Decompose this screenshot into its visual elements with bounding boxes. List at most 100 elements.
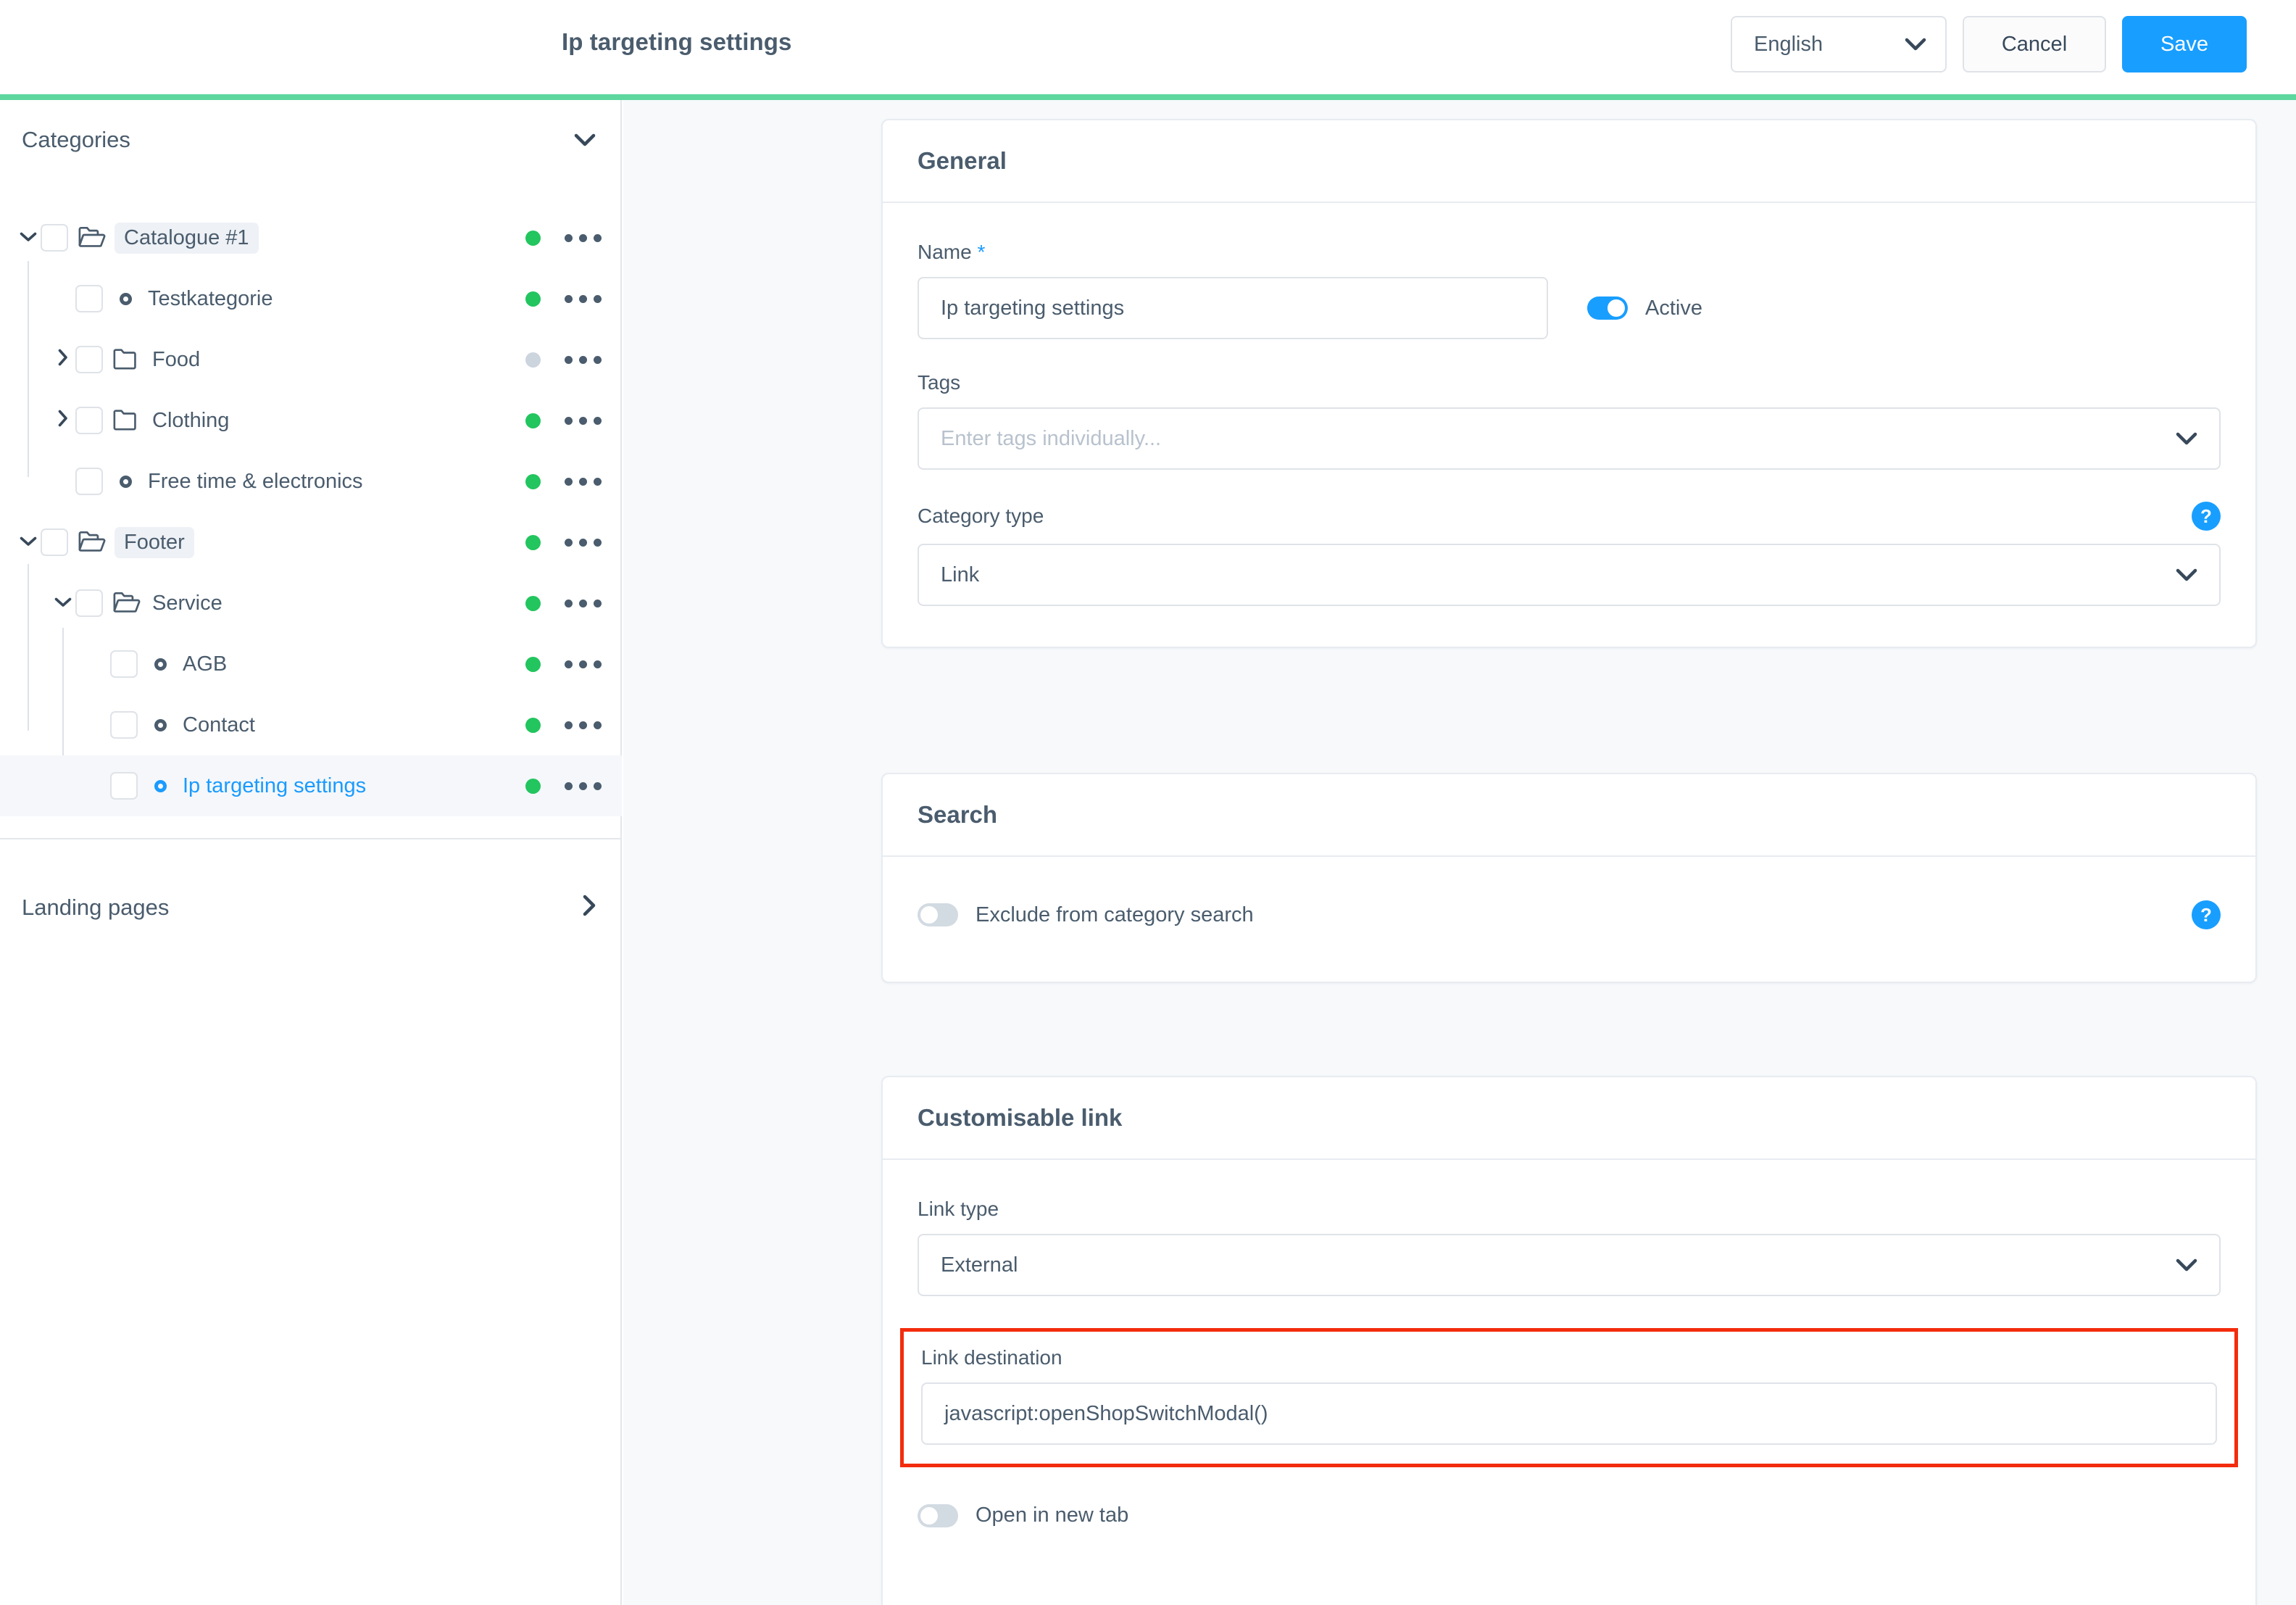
tree-item-label: Testkategorie xyxy=(148,286,273,310)
chevron-down-icon[interactable] xyxy=(51,593,75,613)
more-options-icon[interactable] xyxy=(565,599,602,607)
open-new-tab-row: Open in new tab xyxy=(918,1504,2221,1527)
name-field-group: Name * Ip targeting settings Active xyxy=(918,241,2221,339)
tree-item-actions xyxy=(525,512,602,573)
more-options-icon[interactable] xyxy=(565,416,602,425)
language-select-value: English xyxy=(1754,32,1823,56)
more-options-icon[interactable] xyxy=(565,477,602,486)
tree-item-actions xyxy=(525,634,602,694)
tree-item-agb[interactable]: AGB xyxy=(0,634,622,694)
tree-item-catalogue-1[interactable]: Catalogue #1 xyxy=(0,207,622,268)
status-dot xyxy=(525,230,541,246)
category-type-label: Category type xyxy=(918,505,1044,527)
app-header: Ip targeting settings English Cancel Sav… xyxy=(0,0,2296,94)
chevron-down-icon[interactable] xyxy=(2176,564,2197,586)
more-options-icon[interactable] xyxy=(565,660,602,668)
tree-item-label: Clothing xyxy=(152,408,230,432)
folder-open-icon xyxy=(78,530,106,555)
tree-item-checkbox[interactable] xyxy=(110,711,138,739)
tree-item-checkbox[interactable] xyxy=(75,346,103,373)
cancel-button[interactable]: Cancel xyxy=(1963,16,2106,72)
link-destination-highlight: Link destination javascript:openShopSwit… xyxy=(900,1328,2238,1467)
category-type-value: Link xyxy=(941,563,980,586)
tree-item-checkbox[interactable] xyxy=(75,589,103,617)
chevron-down-icon xyxy=(1905,34,1926,54)
link-type-select[interactable]: External xyxy=(918,1234,2221,1296)
chevron-down-icon[interactable] xyxy=(574,129,596,152)
folder-icon xyxy=(113,408,141,433)
header-actions: English Cancel Save xyxy=(1731,16,2247,72)
tree-item-food[interactable]: Food xyxy=(0,329,622,390)
tree-item-label: Food xyxy=(152,347,201,371)
link-destination-input[interactable]: javascript:openShopSwitchModal() xyxy=(921,1382,2217,1445)
tree-item-label: Footer xyxy=(115,526,194,558)
categories-label: Categories xyxy=(22,127,130,152)
link-type-label: Link type xyxy=(918,1198,999,1220)
chevron-down-icon[interactable] xyxy=(16,228,41,248)
exclude-from-search-toggle[interactable] xyxy=(918,903,958,926)
tree-item-checkbox[interactable] xyxy=(41,528,68,556)
chevron-down-icon[interactable] xyxy=(2176,428,2197,450)
tree-item-checkbox[interactable] xyxy=(75,468,103,495)
tree-item-checkbox[interactable] xyxy=(75,407,103,434)
search-section-title: Search xyxy=(918,801,998,828)
name-input[interactable]: Ip targeting settings xyxy=(918,277,1548,339)
status-dot xyxy=(525,412,541,428)
category-type-select[interactable]: Link xyxy=(918,544,2221,606)
category-tree: Catalogue #1 Testkategorie Food Clothing Fre… xyxy=(0,207,622,816)
tree-item-actions xyxy=(525,329,602,390)
tags-input[interactable]: Enter tags individually... xyxy=(918,407,2221,470)
language-select[interactable]: English xyxy=(1731,16,1947,72)
open-in-new-tab-toggle[interactable] xyxy=(918,1504,958,1527)
exclude-from-search-label: Exclude from category search xyxy=(976,903,1254,926)
general-card-body: Name * Ip targeting settings Active Tags… xyxy=(883,203,2255,647)
tree-item-actions xyxy=(525,390,602,451)
tree-item-free-time-electronics[interactable]: Free time & electronics xyxy=(0,451,622,512)
save-button[interactable]: Save xyxy=(2122,16,2247,72)
more-options-icon[interactable] xyxy=(565,781,602,790)
more-options-icon[interactable] xyxy=(565,538,602,547)
tree-item-label: Ip targeting settings xyxy=(183,774,367,797)
more-options-icon[interactable] xyxy=(565,294,602,303)
tree-item-checkbox[interactable] xyxy=(41,224,68,252)
tree-item-label: Service xyxy=(152,591,222,615)
chevron-right-icon[interactable] xyxy=(51,349,75,371)
categories-section-header[interactable]: Categories xyxy=(0,100,622,180)
more-options-icon[interactable] xyxy=(565,721,602,729)
tree-item-actions xyxy=(525,573,602,634)
sidebar: Categories Catalogue #1 Testkategorie Food… xyxy=(0,100,622,1605)
status-dot xyxy=(525,352,541,368)
tree-item-ip-targeting-settings[interactable]: Ip targeting settings xyxy=(0,755,622,816)
active-toggle[interactable] xyxy=(1587,296,1628,320)
tree-item-clothing[interactable]: Clothing xyxy=(0,390,622,451)
tree-item-testkategorie[interactable]: Testkategorie xyxy=(0,268,622,329)
tree-item-contact[interactable]: Contact xyxy=(0,694,622,755)
page-icon xyxy=(148,718,172,731)
customisable-link-section-title: Customisable link xyxy=(918,1104,1123,1131)
chevron-right-icon[interactable] xyxy=(51,410,75,432)
tree-item-service[interactable]: Service xyxy=(0,573,622,634)
help-icon[interactable]: ? xyxy=(2192,502,2221,531)
search-card-header: Search xyxy=(883,774,2255,857)
tree-item-label: Free time & electronics xyxy=(148,469,363,493)
chevron-down-icon[interactable] xyxy=(16,532,41,552)
tree-item-footer[interactable]: Footer xyxy=(0,512,622,573)
tree-item-actions xyxy=(525,755,602,816)
chevron-down-icon[interactable] xyxy=(2176,1254,2197,1277)
landing-pages-section-header[interactable]: Landing pages xyxy=(0,868,622,947)
name-label: Name * xyxy=(918,241,986,263)
more-options-icon[interactable] xyxy=(565,233,602,242)
tree-item-checkbox[interactable] xyxy=(75,285,103,312)
category-type-field-group: Category type ? Link xyxy=(918,502,2221,606)
sidebar-divider xyxy=(0,838,622,839)
active-toggle-row: Active xyxy=(1587,296,1702,320)
tree-item-checkbox[interactable] xyxy=(110,772,138,800)
tree-item-checkbox[interactable] xyxy=(110,650,138,678)
help-icon[interactable]: ? xyxy=(2192,900,2221,929)
folder-open-icon xyxy=(113,591,141,615)
status-dot xyxy=(525,473,541,489)
more-options-icon[interactable] xyxy=(565,355,602,364)
chevron-right-icon[interactable] xyxy=(583,895,596,921)
status-dot xyxy=(525,717,541,733)
link-destination-label: Link destination xyxy=(921,1346,1062,1369)
